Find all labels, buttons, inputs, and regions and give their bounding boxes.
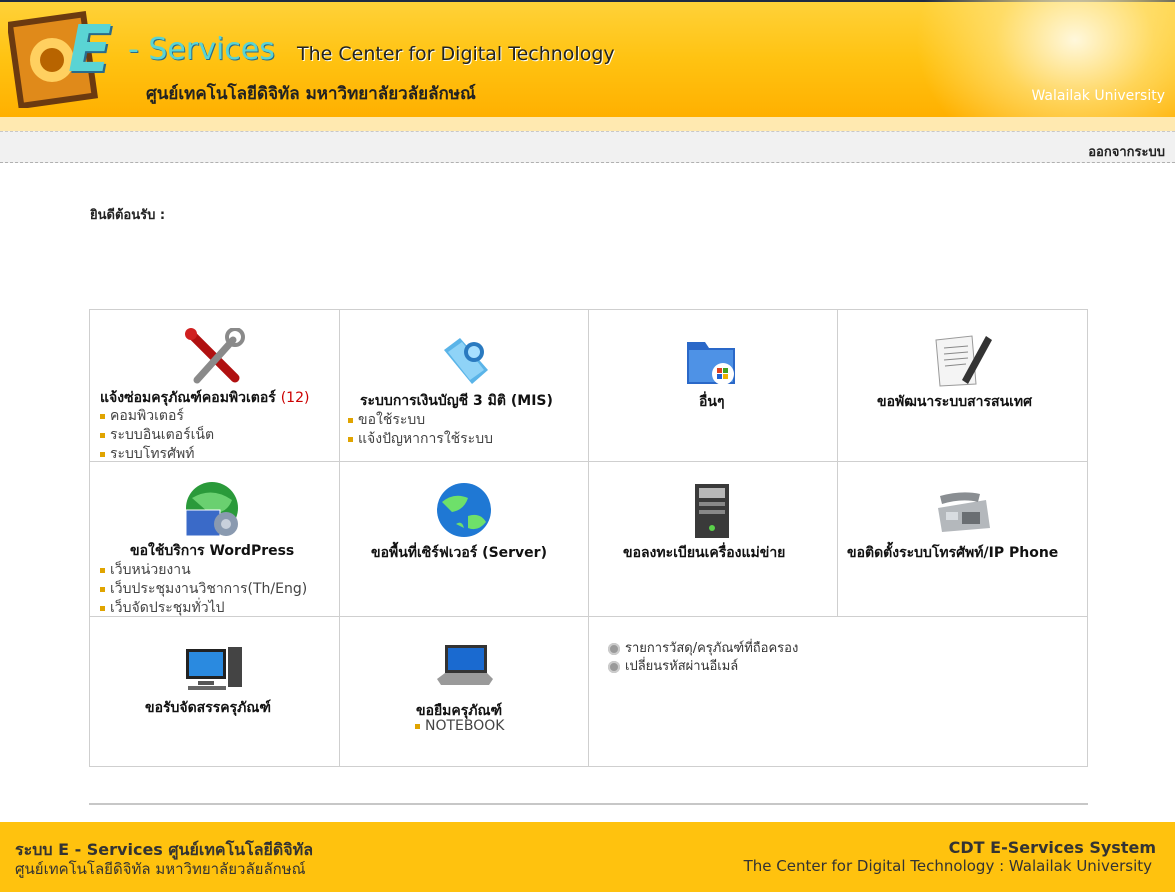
service-server: ขอพื้นที่เซิร์ฟเวอร์ (Server) [340,462,589,617]
link-change-password-label[interactable]: เปลี่ยนรหัสผ่านอีเมล์ [625,659,738,674]
footer-center-thai: ศูนย์เทคโนโลยีดิจิทัล มหาวิทยาลัยวลัยลัก… [15,860,306,878]
gear-icon [608,642,620,655]
site-footer: ระบบ E - Services ศูนย์เทคโนโลยีดิจิทัล … [0,822,1175,892]
server-tower-icon [695,484,729,538]
welcome-text: ยินดีต้อนรับ : [90,208,166,223]
repair-title-text[interactable]: แจ้งซ่อมครุภัณฑ์คอมพิวเตอร์ [100,390,276,406]
footer-system-name: CDT E-Services System [948,838,1156,857]
gear-icon [608,660,620,673]
wordpress-item-general[interactable]: เว็บจัดประชุมทั่วไป [100,597,225,619]
service-wordpress: ขอใช้บริการ WordPress เว็บหน่วยงาน เว็บป… [90,462,340,617]
footer-center-english: The Center for Digital Technology : Wala… [743,857,1152,875]
nav-bar: ออกจากระบบ [0,131,1175,163]
other-title[interactable]: อื่นๆ [699,391,725,413]
service-register: ขอลงทะเบียนเครื่องแม่ข่าย [589,462,838,617]
university-name: Walailak University [1031,88,1165,104]
globe-network-icon [437,483,491,537]
mis-item-report[interactable]: แจ้งปัญหาการใช้ระบบ [348,428,493,450]
laptop-icon [437,645,493,685]
globe-web-icon [185,482,238,537]
site-header: E - Services The Center for Digital Tech… [0,0,1175,117]
link-change-password[interactable]: เปลี่ยนรหัสผ่านอีเมล์ [608,655,738,676]
logout-link[interactable]: ออกจากระบบ [1088,141,1165,162]
register-title[interactable]: ขอลงทะเบียนเครื่องแม่ข่าย [623,542,785,564]
service-develop: ขอพัฒนาระบบสารสนเทศ [838,310,1087,462]
phone-title[interactable]: ขอติดตั้งระบบโทรศัพท์/IP Phone [847,542,1058,564]
service-phone: ขอติดตั้งระบบโทรศัพท์/IP Phone [838,462,1087,617]
logo-services-text: - Services [128,32,275,67]
service-borrow: ขอยืมครุภัณฑ์ NOTEBOOK [340,617,589,766]
desktop-computer-icon [186,647,242,690]
quick-links: รายการวัสดุ/ครุภัณฑ์ที่ถือครอง เปลี่ยนรห… [589,617,1087,766]
link-assets-label[interactable]: รายการวัสดุ/ครุภัณฑ์ที่ถือครอง [625,641,798,656]
develop-title[interactable]: ขอพัฒนาระบบสารสนเทศ [877,391,1032,413]
service-mis: ระบบการเงินบัญชี 3 มิติ (MIS) ขอใช้ระบบ … [340,310,589,462]
tools-icon [185,328,245,384]
server-title[interactable]: ขอพื้นที่เซิร์ฟเวอร์ (Server) [371,542,547,564]
footer-divider [89,803,1088,805]
services-grid: แจ้งซ่อมครุภัณฑ์คอมพิวเตอร์ (12) คอมพิวเ… [89,309,1088,767]
logo-e-letter: E [68,13,112,87]
center-name: The Center for Digital Technology [297,43,615,65]
ip-phone-icon [938,492,990,532]
borrow-item-notebook[interactable]: NOTEBOOK [415,718,504,734]
windows-folder-icon [687,342,735,385]
service-repair: แจ้งซ่อมครุภัณฑ์คอมพิวเตอร์ (12) คอมพิวเ… [90,310,340,462]
service-other: อื่นๆ [589,310,838,462]
repair-count: (12) [280,390,310,406]
document-pen-icon [935,335,992,387]
allocate-title[interactable]: ขอรับจัดสรรครุภัณฑ์ [145,697,271,719]
center-name-thai: ศูนย์เทคโนโลยีดิจิทัล มหาวิทยาลัยวลัยลัก… [146,84,476,104]
header-strip [0,117,1175,131]
service-allocate: ขอรับจัดสรรครุภัณฑ์ [90,617,340,766]
folder-globe-icon [444,338,488,384]
